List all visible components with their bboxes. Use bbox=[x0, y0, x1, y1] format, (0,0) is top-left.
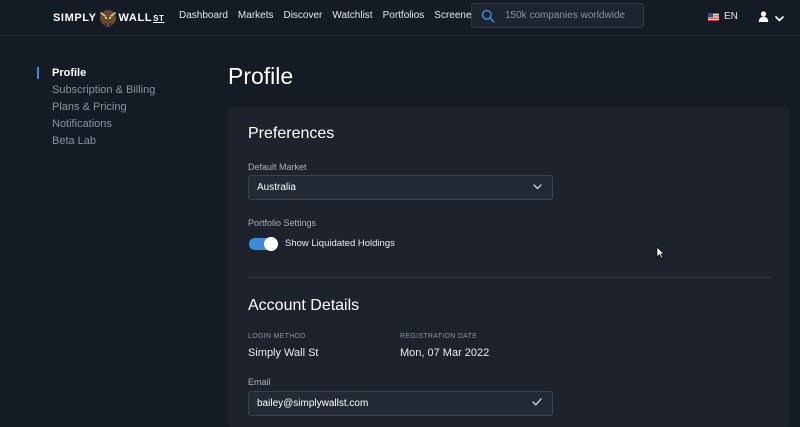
mouse-cursor-icon bbox=[656, 246, 665, 264]
language-selector[interactable]: EN bbox=[708, 11, 738, 22]
email-label: Email bbox=[248, 377, 271, 387]
default-market-label: Default Market bbox=[248, 162, 307, 172]
profile-card: Preferences Default Market Australia Por… bbox=[228, 107, 790, 427]
account-details-heading: Account Details bbox=[248, 297, 360, 314]
check-icon bbox=[532, 398, 542, 409]
logo-text-right: WALL bbox=[118, 12, 153, 24]
search-icon bbox=[481, 9, 495, 23]
nav-dashboard[interactable]: Dashboard bbox=[179, 10, 228, 21]
registration-date-label: REGISTRATION DATE bbox=[400, 333, 478, 340]
login-method-value: Simply Wall St bbox=[248, 347, 319, 359]
search-input[interactable] bbox=[505, 10, 635, 21]
preferences-heading: Preferences bbox=[248, 125, 335, 142]
sidebar-item-subscription-billing[interactable]: Subscription & Billing bbox=[37, 83, 155, 100]
sidebar-item-beta-lab[interactable]: Beta Lab bbox=[37, 134, 155, 151]
nav-watchlist[interactable]: Watchlist bbox=[332, 10, 372, 21]
section-divider bbox=[248, 277, 771, 278]
sidebar-item-notifications[interactable]: Notifications bbox=[37, 117, 155, 134]
top-navigation-bar: SIMPLY WALL ST Dashboard Markets Discove… bbox=[0, 0, 800, 36]
page-title: Profile bbox=[228, 63, 294, 89]
logo-text-left: SIMPLY bbox=[53, 12, 97, 24]
search-box[interactable] bbox=[471, 3, 644, 28]
chevron-down-icon bbox=[533, 182, 542, 193]
portfolio-settings-label: Portfolio Settings bbox=[248, 218, 317, 228]
main-nav: Dashboard Markets Discover Watchlist Por… bbox=[179, 10, 475, 21]
language-label: EN bbox=[724, 11, 738, 22]
user-icon bbox=[758, 9, 769, 27]
registration-date-value: Mon, 07 Mar 2022 bbox=[400, 347, 490, 359]
email-field[interactable]: bailey@simplywallst.com bbox=[248, 391, 553, 416]
nav-portfolios[interactable]: Portfolios bbox=[383, 10, 425, 21]
nav-screener[interactable]: Screener bbox=[434, 10, 475, 21]
simply-wall-st-logo[interactable]: SIMPLY WALL ST bbox=[53, 8, 165, 28]
login-method-label: LOGIN METHOD bbox=[248, 333, 306, 340]
settings-sidebar: Profile Subscription & Billing Plans & P… bbox=[37, 66, 155, 151]
show-liquidated-holdings-toggle[interactable] bbox=[249, 237, 278, 251]
default-market-select[interactable]: Australia bbox=[248, 175, 553, 200]
toggle-knob bbox=[264, 237, 278, 251]
email-value: bailey@simplywallst.com bbox=[257, 398, 369, 409]
us-flag-icon bbox=[708, 12, 719, 21]
nav-discover[interactable]: Discover bbox=[283, 10, 322, 21]
sidebar-item-profile[interactable]: Profile bbox=[37, 66, 155, 83]
sidebar-item-plans-pricing[interactable]: Plans & Pricing bbox=[37, 100, 155, 117]
user-menu[interactable] bbox=[758, 9, 784, 27]
chevron-down-icon bbox=[775, 9, 784, 27]
nav-markets[interactable]: Markets bbox=[238, 10, 274, 21]
bull-logo-icon bbox=[98, 8, 118, 28]
logo-text-suffix: ST bbox=[153, 13, 165, 23]
default-market-value: Australia bbox=[257, 182, 296, 193]
show-liquidated-holdings-label: Show Liquidated Holdings bbox=[285, 238, 395, 249]
